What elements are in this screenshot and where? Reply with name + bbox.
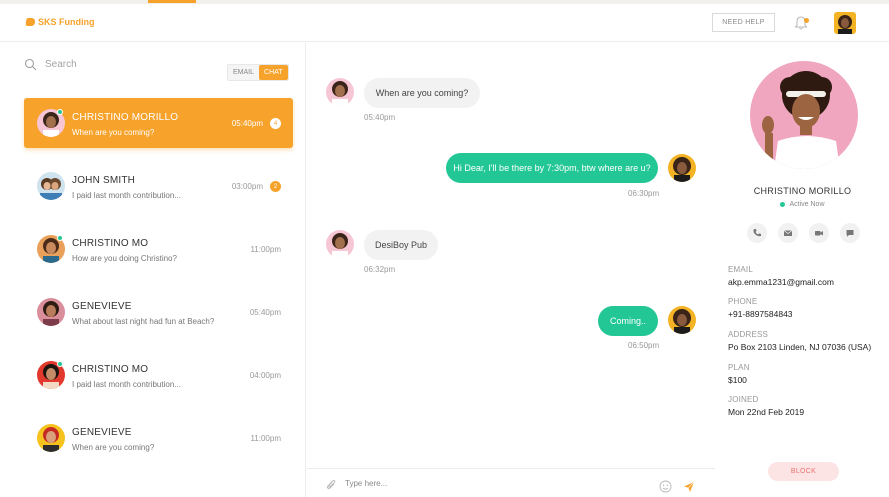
brand-logo[interactable]: SKS Funding <box>25 17 95 27</box>
email-label: EMAIL <box>728 265 754 274</box>
chat-icon <box>846 230 854 237</box>
phone-icon <box>753 229 761 237</box>
unread-badge: 4 <box>270 118 281 129</box>
contact-time: 05:40pm <box>249 308 281 317</box>
contact-name: CHRISTINO MO <box>72 364 149 375</box>
phone-value: +91-8897584843 <box>728 309 793 319</box>
contact-avatar <box>37 172 65 200</box>
block-button[interactable]: BLOCK <box>768 462 839 481</box>
tab-email[interactable]: EMAIL <box>228 65 259 80</box>
brand-name: SKS Funding <box>38 17 95 27</box>
avatar-photo-icon <box>834 12 856 34</box>
message-bubble-incoming: DesiBoy Pub <box>364 230 438 260</box>
contacts-panel: EMAIL CHAT CHRISTINO MORILLO When are yo… <box>0 43 306 497</box>
contact-name: CHRISTINO MORILLO <box>72 112 179 123</box>
compose-bar <box>307 468 715 497</box>
profile-photo <box>750 61 858 169</box>
contact-item[interactable]: GENEVIEVE When are you coming? 11:00pm <box>24 413 293 463</box>
search-icon <box>24 58 37 71</box>
active-dot <box>780 201 786 207</box>
notification-dot <box>804 18 809 23</box>
contact-last-message: I paid last month contribution... <box>72 380 181 389</box>
call-button[interactable] <box>747 223 767 243</box>
joined-label: JOINED <box>728 395 759 404</box>
send-icon[interactable] <box>683 481 695 493</box>
contact-time: 11:00pm <box>250 434 281 443</box>
channel-toggle: EMAIL CHAT <box>227 64 289 81</box>
contact-last-message: How are you doing Christino? <box>72 254 177 263</box>
search-bar <box>24 58 195 71</box>
plan-label: PLAN <box>728 363 750 372</box>
logo-icon <box>25 18 36 26</box>
video-icon <box>815 231 823 236</box>
profile-photo-icon <box>750 61 858 169</box>
video-call-button[interactable] <box>809 223 829 243</box>
address-value: Po Box 2103 Linden, NJ 07036 (USA) <box>728 342 872 352</box>
message-bubble-incoming: When are you coming? <box>364 78 480 108</box>
mail-icon <box>783 230 793 236</box>
message-bubble-outgoing: Hi Dear, I'll be there by 7:30pm, btw wh… <box>446 153 658 183</box>
contact-name: JOHN SMITH <box>72 175 136 186</box>
contact-item[interactable]: CHRISTINO MO How are you doing Christino… <box>24 224 293 274</box>
message-button[interactable] <box>840 223 860 243</box>
sender-avatar <box>326 230 354 258</box>
contact-last-message: When are you coming? <box>72 443 155 452</box>
address-label: ADDRESS <box>728 330 769 339</box>
message-input[interactable] <box>345 479 585 488</box>
contact-name: GENEVIEVE <box>72 427 132 438</box>
my-avatar <box>668 306 696 334</box>
need-help-button[interactable]: NEED HELP <box>712 13 775 32</box>
message-time: 06:32pm <box>364 265 396 274</box>
unread-badge: 2 <box>270 181 281 192</box>
message-bubble-outgoing: Coming.. <box>598 306 658 336</box>
my-avatar <box>668 154 696 182</box>
contact-item[interactable]: CHRISTINO MORILLO When are you coming? 0… <box>24 98 293 148</box>
contact-avatar <box>37 424 65 452</box>
profile-name: CHRISTINO MORILLO <box>753 186 852 196</box>
online-indicator <box>57 109 63 115</box>
contact-avatar <box>37 298 65 326</box>
tab-chat[interactable]: CHAT <box>259 65 288 80</box>
app-header: SKS Funding NEED HELP <box>0 4 889 42</box>
search-input[interactable] <box>45 59 195 70</box>
user-avatar[interactable] <box>834 12 856 34</box>
contact-actions <box>747 223 860 243</box>
emoji-icon[interactable] <box>659 480 672 493</box>
chat-conversation: When are you coming? 05:40pm Hi Dear, I'… <box>307 43 715 468</box>
contact-last-message: What about last night had fun at Beach? <box>72 317 215 326</box>
profile-status: Active Now <box>716 201 889 208</box>
sender-avatar <box>326 78 354 106</box>
contact-time: 04:00pm <box>249 371 281 380</box>
message-time: 06:30pm <box>628 189 660 198</box>
email-button[interactable] <box>778 223 798 243</box>
contact-last-message: I paid last month contribution... <box>72 191 181 200</box>
joined-value: Mon 22nd Feb 2019 <box>728 407 805 417</box>
online-indicator <box>57 235 63 241</box>
contact-last-message: When are you coming? <box>72 128 155 137</box>
contact-name: GENEVIEVE <box>72 301 132 312</box>
contact-time: 05:40pm <box>231 119 263 128</box>
status-text: Active Now <box>789 201 825 208</box>
email-value: akp.emma1231@gmail.com <box>728 277 834 287</box>
message-time: 05:40pm <box>364 113 396 122</box>
contact-time: 03:00pm <box>231 182 263 191</box>
contact-name: CHRISTINO MO <box>72 238 149 249</box>
online-indicator <box>57 361 63 367</box>
contact-item[interactable]: GENEVIEVE What about last night had fun … <box>24 287 293 337</box>
contact-item[interactable]: CHRISTINO MO I paid last month contribut… <box>24 350 293 400</box>
plan-value: $100 <box>728 375 747 385</box>
message-time: 06:50pm <box>628 341 660 350</box>
paperclip-icon[interactable] <box>325 478 337 490</box>
top-accent <box>148 0 196 3</box>
profile-panel: CHRISTINO MORILLO Active Now EMAIL akp.e… <box>716 43 889 497</box>
contact-item[interactable]: JOHN SMITH I paid last month contributio… <box>24 161 293 211</box>
contact-time: 11:00pm <box>250 245 281 254</box>
phone-label: PHONE <box>728 297 758 306</box>
